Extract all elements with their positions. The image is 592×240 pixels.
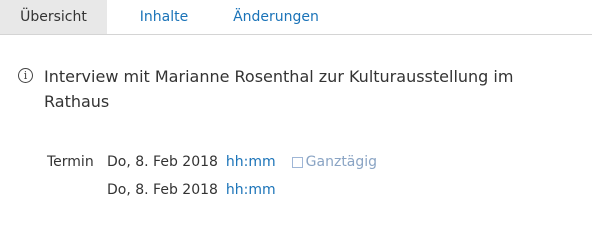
termin-start-row: Do, 8. Feb 2018 hh:mm Ganztägig [107,153,377,171]
tab-bar: Übersicht Inhalte Änderungen [0,0,592,35]
info-icon: i [18,68,33,83]
tab-uebersicht[interactable]: Übersicht [0,0,107,34]
end-time-input[interactable]: hh:mm [226,181,276,199]
allday-label: Ganztägig [305,154,378,170]
end-date[interactable]: Do, 8. Feb 2018 [107,181,218,199]
checkbox-icon[interactable] [291,156,303,168]
termin-end-row: Do, 8. Feb 2018 hh:mm [107,181,276,199]
termin-label: Termin [47,154,94,170]
allday-checkbox[interactable]: Ganztägig [291,153,378,171]
start-time-input[interactable]: hh:mm [226,153,276,171]
tab-aenderungen[interactable]: Änderungen [221,0,331,34]
start-date[interactable]: Do, 8. Feb 2018 [107,153,218,171]
tab-inhalte[interactable]: Inhalte [107,0,221,34]
item-title: Interview mit Marianne Rosenthal zur Kul… [44,67,514,111]
